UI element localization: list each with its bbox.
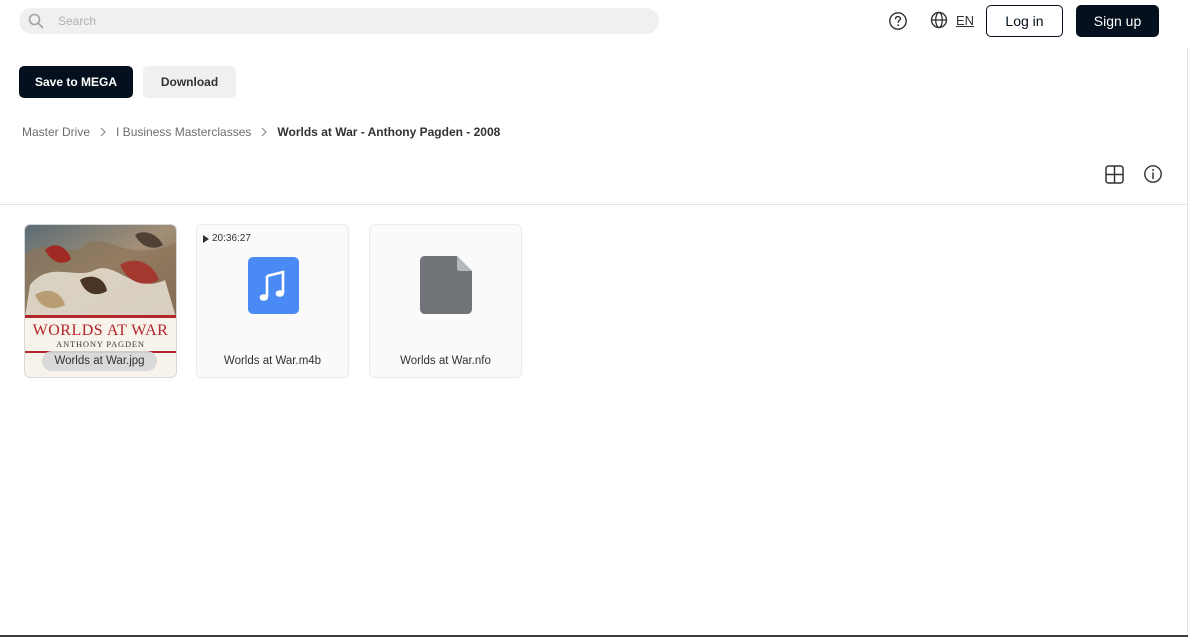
search-input[interactable] (58, 14, 618, 28)
globe-icon[interactable] (930, 11, 948, 29)
language-selector[interactable]: EN (956, 13, 974, 28)
breadcrumb-item-master-drive[interactable]: Master Drive (22, 125, 90, 139)
file-card-audio[interactable]: 20:36:27 Worlds at War.m4b (196, 224, 349, 378)
audio-file-icon (248, 257, 299, 314)
file-card-document[interactable]: Worlds at War.nfo (369, 224, 522, 378)
search-bar[interactable] (19, 8, 659, 34)
duration-badge: 20:36:27 (203, 233, 251, 244)
breadcrumb-item-business-masterclasses[interactable]: I Business Masterclasses (116, 125, 251, 139)
divider (0, 204, 1187, 205)
info-icon[interactable] (1143, 164, 1163, 184)
signup-button[interactable]: Sign up (1076, 5, 1159, 37)
cover-author-text: ANTHONY PAGDEN (56, 339, 145, 349)
login-button[interactable]: Log in (986, 5, 1063, 37)
duration-text: 20:36:27 (212, 233, 251, 244)
help-circle-icon[interactable] (888, 11, 908, 31)
search-icon (28, 13, 44, 29)
play-icon (203, 234, 209, 243)
cover-title-text: WORLDS AT WAR (33, 322, 169, 339)
generic-file-icon (420, 256, 472, 314)
file-name-label: Worlds at War.nfo (400, 355, 491, 367)
grid-view-icon[interactable] (1104, 164, 1125, 185)
chevron-right-icon (251, 126, 277, 138)
file-name-label: Worlds at War.m4b (223, 355, 322, 367)
chevron-right-icon (90, 126, 116, 138)
breadcrumb-item-current-folder: Worlds at War - Anthony Pagden - 2008 (277, 125, 501, 139)
page: EN Log in Sign up Save to MEGA Download … (0, 0, 1188, 637)
file-name-label: Worlds at War.jpg (42, 351, 157, 371)
file-card-image[interactable]: WORLDS AT WAR ANTHONY PAGDEN Worlds at W… (24, 224, 177, 378)
save-to-mega-button[interactable]: Save to MEGA (19, 66, 133, 98)
breadcrumb: Master Drive I Business Masterclasses Wo… (22, 125, 500, 139)
download-button[interactable]: Download (143, 66, 236, 98)
